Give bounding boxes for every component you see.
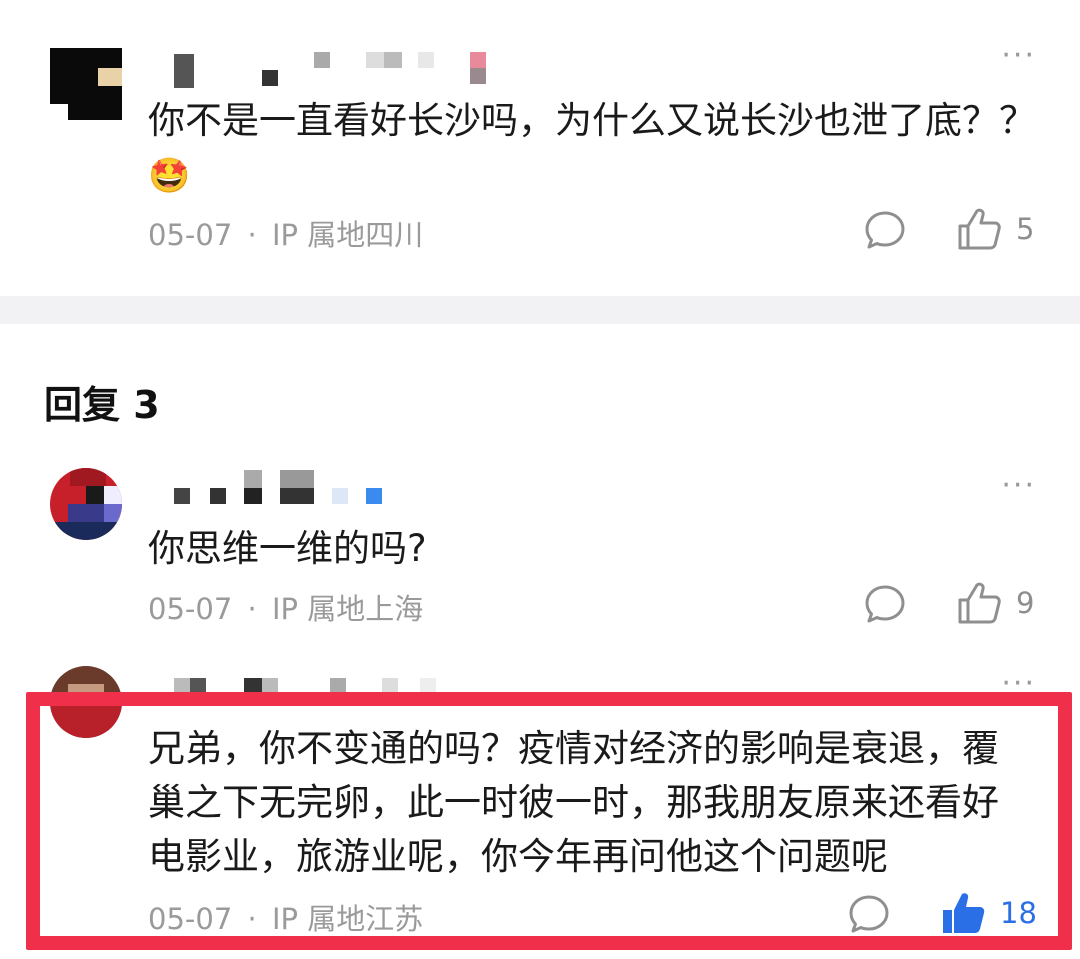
speech-bubble-icon[interactable] <box>864 210 906 252</box>
avatar[interactable] <box>50 48 122 120</box>
comment-body: 你不是一直看好长沙吗，为什么又说长沙也泄了底？？ <box>148 99 1036 142</box>
replies-header: 回复 3 <box>44 383 160 427</box>
username-blurred[interactable] <box>170 470 510 510</box>
comment-body: 你思维一维的吗? <box>148 527 427 570</box>
comment-meta: 05-07 · IP 属地上海 <box>148 586 423 628</box>
thumbs-up-icon[interactable] <box>956 580 1002 626</box>
username-blurred[interactable] <box>170 50 510 90</box>
like-count: 5 <box>1016 212 1035 246</box>
avatar[interactable] <box>50 468 122 540</box>
comment-date: 05-07 <box>148 218 233 252</box>
emoji-icon: 🤩 <box>148 156 191 196</box>
comment-text: 你不是一直看好长沙吗，为什么又说长沙也泄了底？？ 🤩 <box>148 94 1048 203</box>
more-options-button[interactable]: ··· <box>1001 471 1036 501</box>
speech-bubble-icon[interactable] <box>864 584 906 626</box>
comment-text: 你思维一维的吗? <box>148 522 1048 576</box>
ip-location: IP 属地四川 <box>271 218 424 252</box>
thumbs-up-icon[interactable] <box>956 206 1002 252</box>
section-divider <box>0 296 1080 324</box>
more-options-button[interactable]: ··· <box>1001 41 1036 71</box>
more-options-button[interactable]: ··· <box>1001 669 1036 699</box>
highlight-annotation-box <box>26 692 1072 950</box>
like-count: 9 <box>1016 586 1035 620</box>
meta-separator: · <box>247 218 257 252</box>
comment-date: 05-07 <box>148 592 233 626</box>
comment-meta: 05-07 · IP 属地四川 <box>148 212 423 254</box>
meta-separator: · <box>247 592 257 626</box>
ip-location: IP 属地上海 <box>271 592 424 626</box>
